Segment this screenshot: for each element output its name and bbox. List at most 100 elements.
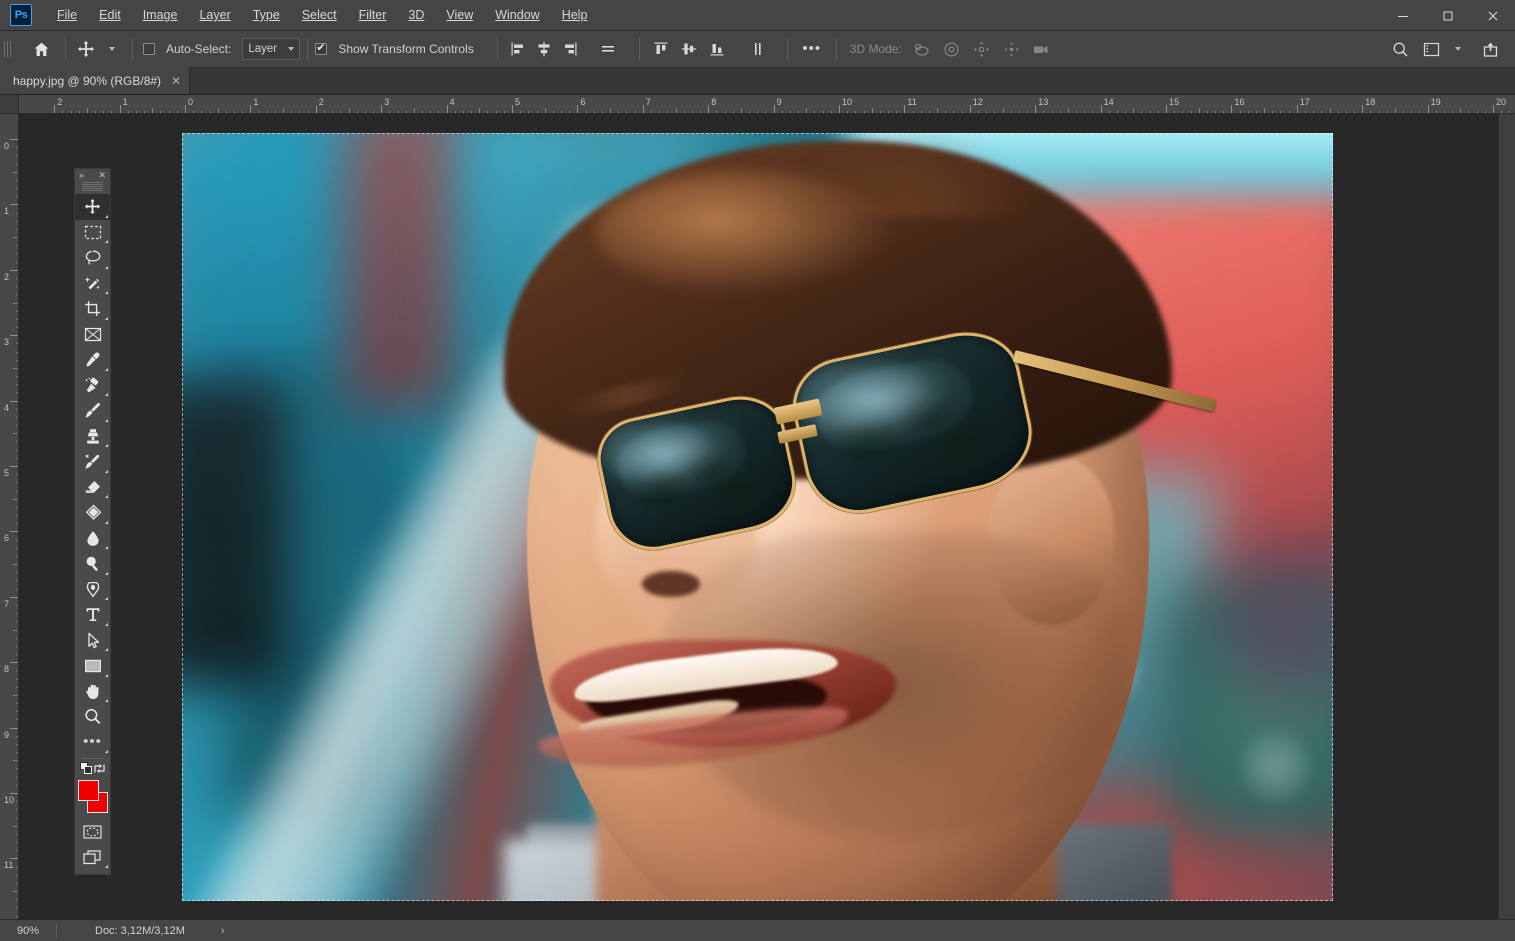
ruler-label-h: 12: [972, 97, 983, 107]
tool-object-selection[interactable]: [75, 271, 110, 297]
align-right-edges-button[interactable]: [557, 36, 583, 62]
share-icon[interactable]: [1471, 36, 1509, 62]
status-zoom-level[interactable]: 90%: [0, 925, 56, 937]
ruler-tick-major: [1362, 105, 1364, 113]
more-align-options-button[interactable]: •••: [795, 36, 829, 62]
menu-view[interactable]: View: [435, 3, 484, 27]
tool-move[interactable]: [75, 194, 110, 220]
close-button[interactable]: [1470, 0, 1515, 31]
ruler-tick-major: [185, 105, 186, 113]
camera-3d-icon: [1027, 36, 1057, 62]
tool-dodge[interactable]: [75, 551, 110, 577]
move-tool-options-chevron-icon[interactable]: [99, 36, 125, 62]
align-horizontal-centers-button[interactable]: [531, 36, 557, 62]
align-left-edges-button[interactable]: [505, 36, 531, 62]
document-image[interactable]: [182, 133, 1333, 901]
tool-clone-stamp[interactable]: [75, 424, 110, 450]
menu-help[interactable]: Help: [551, 3, 599, 27]
tool-brush-more-indicator: [105, 418, 108, 422]
document-tab[interactable]: happy.jpg @ 90% (RGB/8#) ✕: [0, 67, 191, 94]
menu-file[interactable]: File: [46, 3, 88, 27]
distribute-vertically-button[interactable]: [741, 36, 775, 62]
auto-select-checkbox[interactable]: Auto-Select:: [143, 42, 236, 56]
ruler-tick-major: [10, 662, 18, 664]
workspace-chevron-icon[interactable]: [1445, 36, 1471, 62]
tools-panel-collapse-icon[interactable]: »: [79, 171, 84, 180]
tool-frame[interactable]: [75, 322, 110, 348]
more-align-options-label: •••: [802, 40, 822, 57]
tool-gradient-more-indicator: [105, 520, 108, 524]
tool-rectangular-marquee[interactable]: [75, 220, 110, 246]
menu-type[interactable]: Type: [242, 3, 291, 27]
foreground-color-swatch[interactable]: [78, 780, 99, 801]
ruler-corner[interactable]: [0, 95, 19, 114]
tool-blur[interactable]: [75, 526, 110, 552]
search-icon[interactable]: [1383, 36, 1417, 62]
tools-panel-grip[interactable]: [82, 182, 103, 191]
menu-image[interactable]: Image: [132, 3, 189, 27]
ruler-tick-major: [1035, 105, 1037, 113]
tools-divider: [81, 758, 104, 759]
vertical-ruler[interactable]: 0 1 2 3 4 5 6 7 8 9 10 11: [0, 114, 19, 919]
quick-mask-mode-button[interactable]: [75, 819, 110, 845]
tool-spot-healing-brush[interactable]: [75, 373, 110, 399]
tool-lasso-more-indicator: [105, 265, 108, 269]
options-divider-2: [132, 38, 133, 60]
horizontal-ruler[interactable]: 2 1 0 1 2 3 4 5 6 7 8 9 10 11 12 13 14 15 16 17 18 19 20: [19, 95, 1515, 114]
close-icon[interactable]: ✕: [171, 75, 181, 87]
tool-type[interactable]: [75, 602, 110, 628]
options-bar-grip[interactable]: [4, 36, 13, 62]
menu-select-label: Select: [301, 8, 337, 22]
maximize-button[interactable]: [1425, 0, 1470, 31]
tool-lasso[interactable]: [75, 245, 110, 271]
tool-zoom[interactable]: [75, 704, 110, 730]
canvas-vertical-scrollbar[interactable]: [1498, 114, 1515, 919]
canvas-area[interactable]: [19, 114, 1498, 919]
ruler-label-v: 4: [4, 402, 10, 413]
tool-rectangle[interactable]: [75, 653, 110, 679]
minimize-button[interactable]: [1380, 0, 1425, 31]
ruler-tick-major: [10, 727, 18, 729]
ruler-tick-major: [1166, 105, 1167, 113]
tool-edit-toolbar[interactable]: •••: [75, 730, 110, 756]
tool-pen[interactable]: [75, 577, 110, 603]
ruler-tick-major: [1100, 105, 1102, 113]
screen-mode-button[interactable]: [75, 845, 110, 871]
menu-layer[interactable]: Layer: [188, 3, 241, 27]
menu-edit[interactable]: Edit: [88, 3, 132, 27]
swap-colors-icon[interactable]: [93, 762, 106, 775]
tool-history-brush-more-indicator: [105, 469, 108, 473]
pan-3d-icon: [967, 36, 997, 62]
edit-toolbar-dots-icon: •••: [83, 733, 102, 751]
tool-brush[interactable]: [75, 398, 110, 424]
tool-path-selection[interactable]: [75, 628, 110, 654]
home-icon[interactable]: [24, 36, 58, 62]
tool-eyedropper[interactable]: [75, 347, 110, 373]
ruler-tick-major: [577, 105, 579, 113]
ruler-tick-major: [1427, 105, 1429, 113]
menu-filter[interactable]: Filter: [348, 3, 398, 27]
tool-hand[interactable]: [75, 679, 110, 705]
show-transform-controls-checkbox[interactable]: Show Transform Controls: [315, 41, 478, 56]
auto-select-target-dropdown[interactable]: Layer: [242, 38, 301, 60]
status-expand-icon[interactable]: ›: [221, 925, 225, 937]
align-top-edges-button[interactable]: [647, 36, 675, 62]
align-bottom-edges-button[interactable]: [703, 36, 731, 62]
distribute-horizontally-button[interactable]: [591, 36, 625, 62]
menu-window[interactable]: Window: [484, 3, 550, 27]
tool-eraser[interactable]: [75, 475, 110, 501]
default-colors-icon[interactable]: [80, 762, 93, 775]
ruler-label-h: 0: [188, 97, 194, 107]
ruler-tick-major: [10, 596, 18, 598]
ruler-tick-major: [969, 105, 971, 113]
align-vertical-centers-button[interactable]: [675, 36, 703, 62]
ruler-label-h: 5: [515, 97, 521, 107]
tool-history-brush[interactable]: [75, 449, 110, 475]
move-tool-icon[interactable]: [73, 36, 99, 62]
menu-select[interactable]: Select: [291, 3, 348, 27]
menu-3d[interactable]: 3D: [397, 3, 435, 27]
workspace-icon[interactable]: [1417, 36, 1445, 62]
tools-panel-close-icon[interactable]: ✕: [98, 171, 106, 180]
tool-crop[interactable]: [75, 296, 110, 322]
tool-gradient[interactable]: [75, 500, 110, 526]
